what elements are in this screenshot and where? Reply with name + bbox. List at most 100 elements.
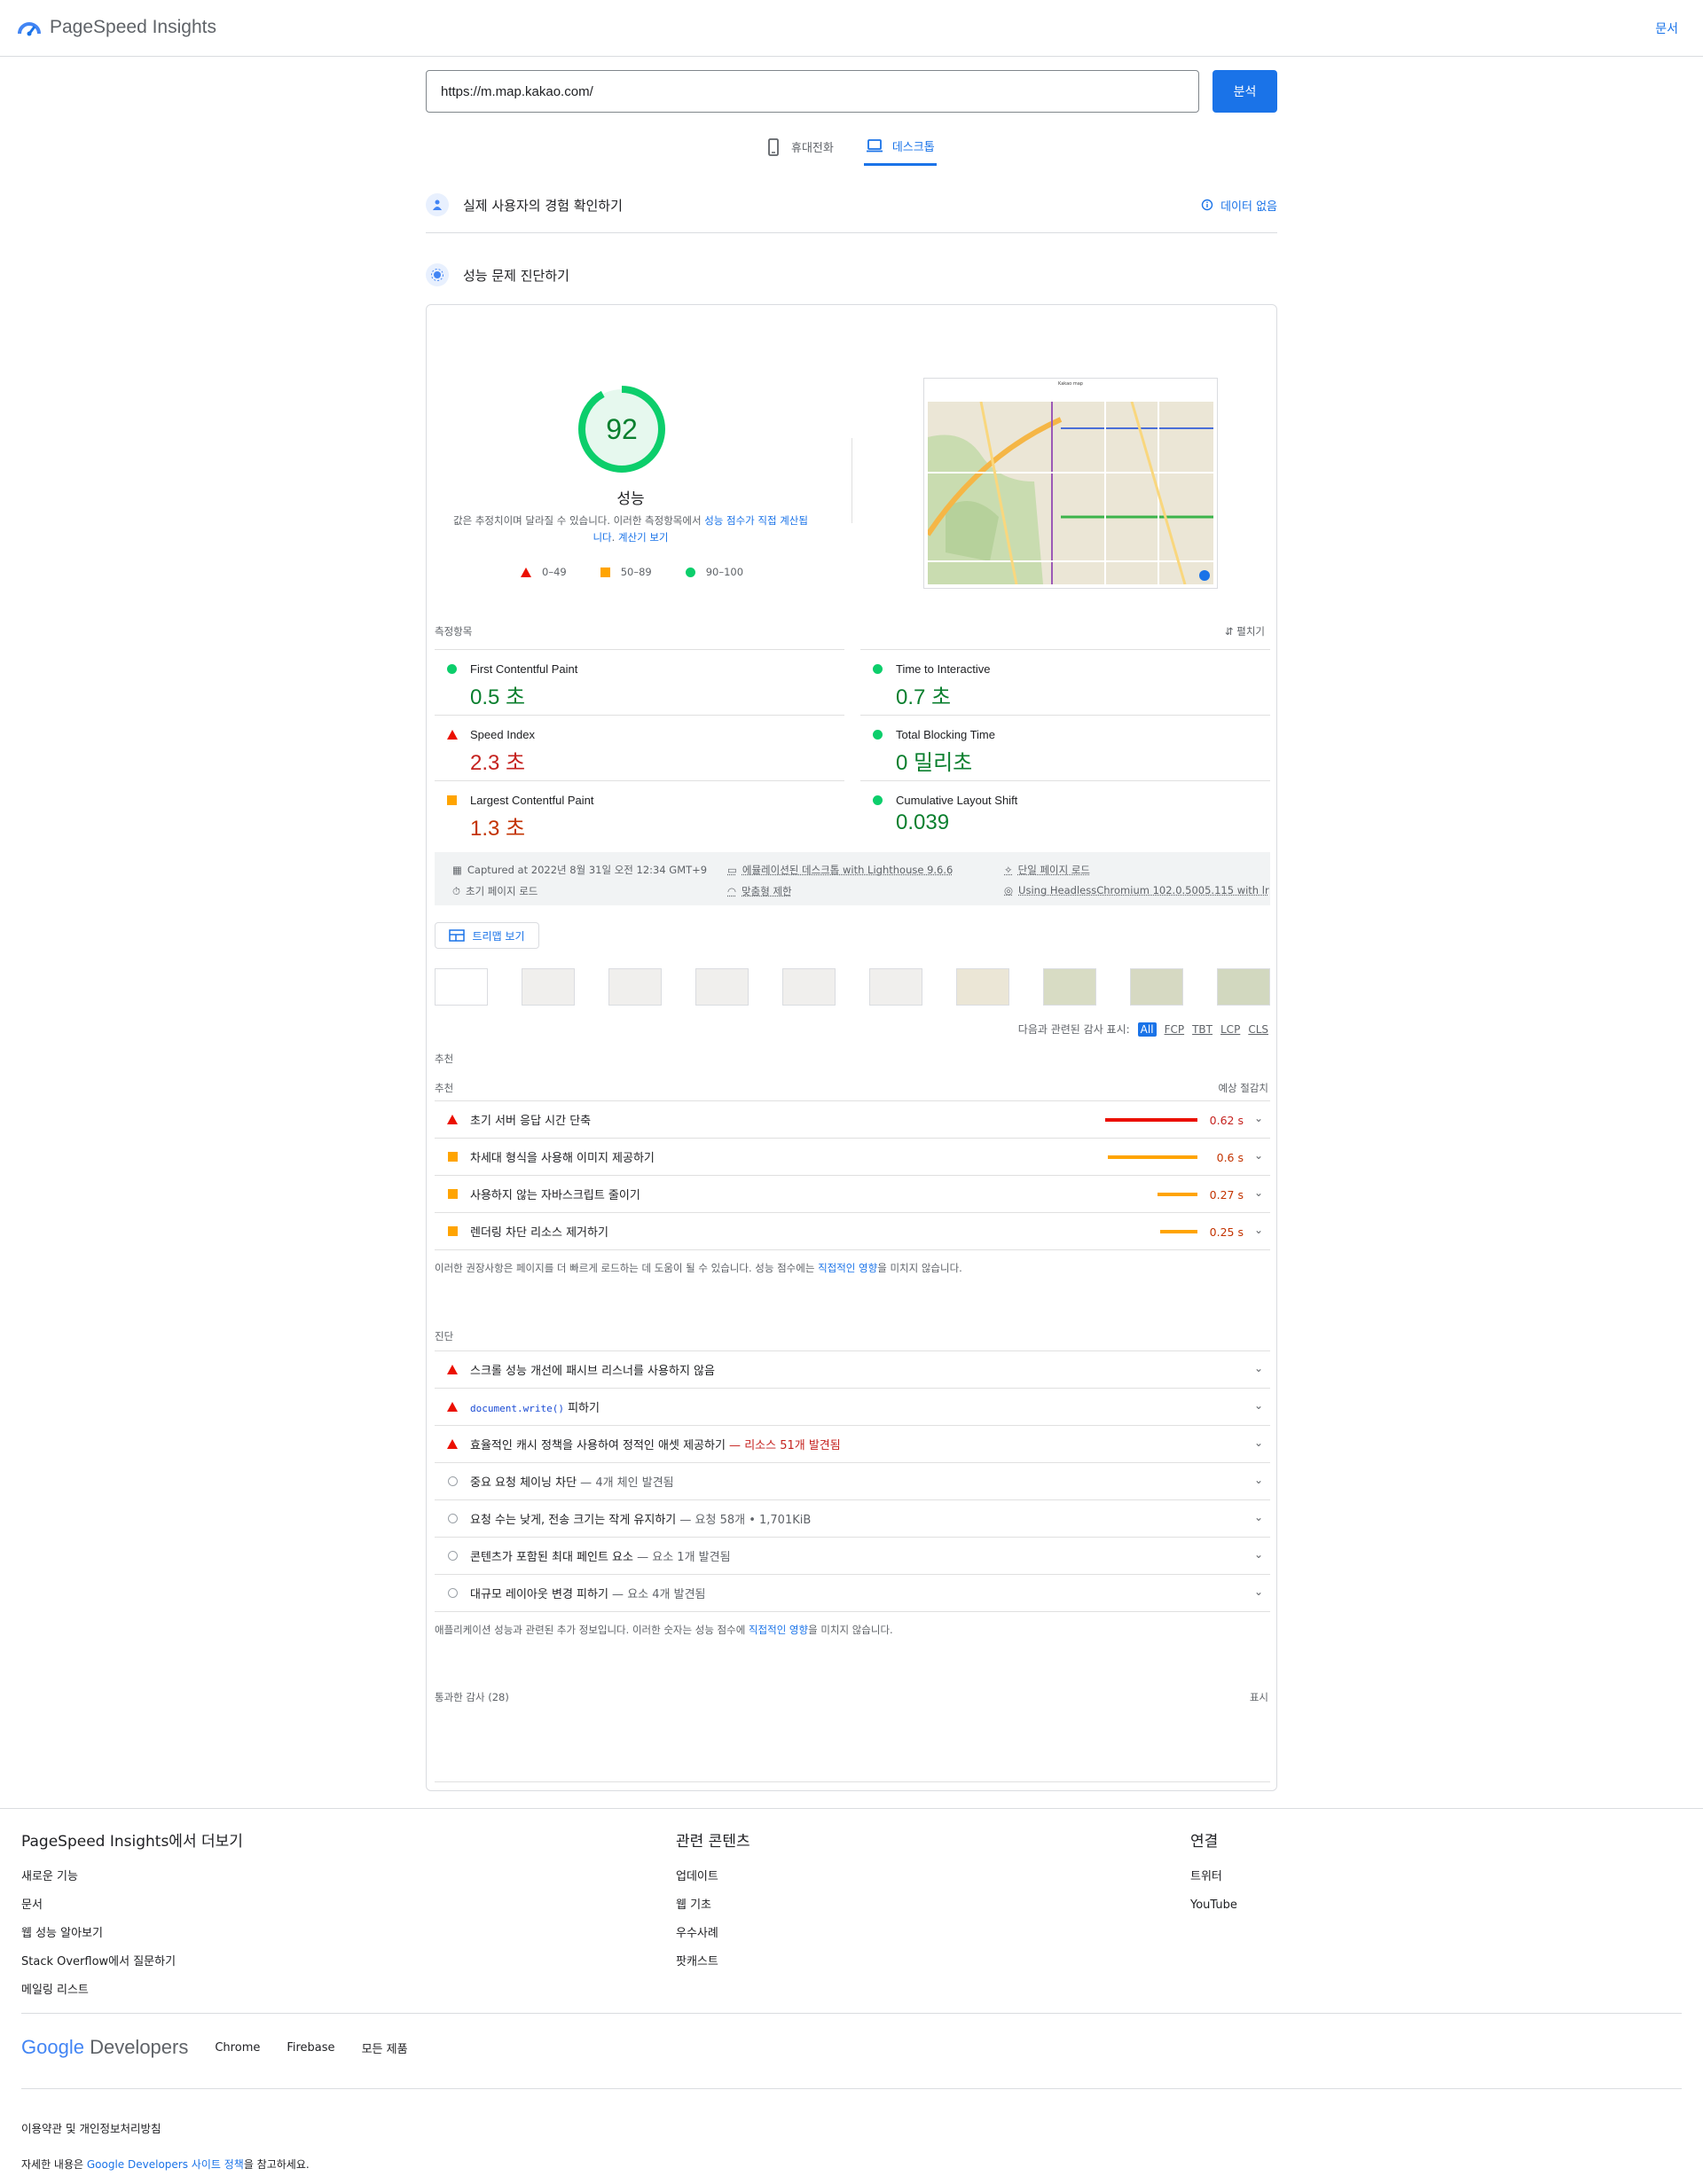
opportunity-title: 차세대 형식을 사용해 이미지 제공하기 xyxy=(470,1152,655,1165)
fail-triangle-icon xyxy=(447,1115,458,1124)
network-throttling[interactable]: ◠ 맞춤형 제한 xyxy=(727,884,792,898)
filmstrip-frame xyxy=(1217,968,1270,1006)
docs-link[interactable]: 문서 xyxy=(1655,20,1678,37)
footer-link[interactable]: 웹 기초 xyxy=(676,1891,750,1920)
lab-data-title: 성능 문제 진단하기 xyxy=(463,267,569,284)
pagespeed-logo-icon xyxy=(18,22,41,36)
tab-mobile[interactable]: 휴대전화 xyxy=(763,131,836,166)
diagnostic-row[interactable]: 대규모 레이아웃 변경 피하기 — 요소 4개 발견됨 ⌄ xyxy=(435,1574,1270,1611)
opportunity-row[interactable]: 차세대 형식을 사용해 이미지 제공하기 0.6 s ⌄ xyxy=(435,1138,1270,1175)
diagnostic-row[interactable]: 중요 요청 체이닝 차단 — 4개 체인 발견됨 ⌄ xyxy=(435,1462,1270,1499)
passed-audits-show[interactable]: 표시 xyxy=(1250,1690,1268,1704)
direct-impact-link[interactable]: 직접적인 영향 xyxy=(818,1262,877,1274)
diagnostic-title-text: 대규모 레이아웃 변경 피하기 xyxy=(470,1588,608,1601)
diagnostic-row[interactable]: 콘텐츠가 포함된 최대 페인트 요소 — 요소 1개 발견됨 ⌄ xyxy=(435,1537,1270,1574)
footer-link[interactable]: 메일링 리스트 xyxy=(21,1977,243,2005)
info-ring-icon xyxy=(447,1588,458,1598)
diagnostic-row[interactable]: document.write() 피하기 ⌄ xyxy=(435,1388,1270,1425)
opportunity-title: 사용하지 않는 자바스크립트 줄이기 xyxy=(470,1189,640,1202)
details-text: 자세한 내용은 xyxy=(21,2158,87,2171)
devices-icon: ▭ xyxy=(727,864,737,876)
opportunity-row[interactable]: 초기 서버 응답 시간 단축 0.62 s ⌄ xyxy=(435,1100,1270,1138)
footer-col-connect: 연결 트위터 YouTube xyxy=(1190,1828,1237,1920)
average-square-icon xyxy=(447,1189,458,1199)
filmstrip-frame xyxy=(435,968,488,1006)
filter-chip-cls[interactable]: CLS xyxy=(1248,1023,1268,1036)
performance-score: 92 xyxy=(606,412,638,445)
site-policy-link[interactable]: Google Developers 사이트 정책 xyxy=(87,2158,244,2171)
score-legend: 0–49 50–89 90–100 xyxy=(521,566,743,578)
performance-note-suffix: . xyxy=(611,531,618,544)
opportunity-row[interactable]: 사용하지 않는 자바스크립트 줄이기 0.27 s ⌄ xyxy=(435,1175,1270,1212)
footer-link[interactable]: 트위터 xyxy=(1190,1863,1237,1891)
fail-triangle-icon xyxy=(447,1365,458,1374)
metric-value: 0.5 초 xyxy=(470,685,526,709)
diagnostic-extra: — 요청 58개 • 1,701KiB xyxy=(676,1514,812,1527)
footer-link[interactable]: 우수사례 xyxy=(676,1920,750,1948)
metric-name: Total Blocking Time xyxy=(896,728,995,741)
footer-divider xyxy=(21,2013,1682,2014)
browser-info[interactable]: ◎ Using HeadlessChromium 102.0.5005.115 w… xyxy=(1004,884,1269,896)
footer-link[interactable]: 새로운 기능 xyxy=(21,1863,243,1891)
logo[interactable]: PageSpeed Insights xyxy=(18,16,216,39)
footer-link[interactable]: 웹 성능 알아보기 xyxy=(21,1920,243,1948)
footer-link[interactable]: 팟캐스트 xyxy=(676,1948,750,1977)
metric-name: Time to Interactive xyxy=(896,662,991,676)
metric-name: First Contentful Paint xyxy=(470,662,578,676)
fail-triangle-icon xyxy=(521,567,531,577)
footer-divider xyxy=(21,2088,1682,2089)
footer-link[interactable]: 문서 xyxy=(21,1891,243,1920)
analyze-button[interactable]: 분석 xyxy=(1213,70,1277,113)
footer-product-link[interactable]: Firebase xyxy=(286,2041,334,2055)
chevron-down-icon: ⌄ xyxy=(1253,1149,1263,1162)
footer-link[interactable]: 업데이트 xyxy=(676,1863,750,1891)
metrics-label: 측정항목 xyxy=(435,625,473,638)
filter-chip-all[interactable]: All xyxy=(1137,1022,1157,1037)
lighthouse-report: 92 성능 값은 추정치이며 달라질 수 있습니다. 이러한 측정항목에서 성능… xyxy=(426,304,1277,1791)
filter-chip-fcp[interactable]: FCP xyxy=(1165,1023,1185,1036)
opportunities-note-suffix: 을 미치지 않습니다. xyxy=(877,1262,962,1274)
performance-note: 값은 추정치이며 달라질 수 있습니다. 이러한 측정항목에서 성능 점수가 직… xyxy=(453,513,808,546)
throttling-text: 맞춤형 제한 xyxy=(742,885,792,897)
filter-chip-tbt[interactable]: TBT xyxy=(1192,1023,1213,1036)
savings-bar xyxy=(1160,1230,1197,1233)
emulated-device[interactable]: ▭ 에뮬레이션된 데스크톱 with Lighthouse 9.6.6 xyxy=(727,863,953,877)
footer-link[interactable]: YouTube xyxy=(1190,1891,1237,1920)
no-data-indicator[interactable]: 데이터 없음 xyxy=(1201,197,1277,214)
treemap-button[interactable]: 트리맵 보기 xyxy=(435,922,539,949)
diagnostics-note-suffix: 을 미치지 않습니다. xyxy=(808,1624,893,1636)
filmstrip-frame xyxy=(956,968,1009,1006)
diagnostic-extra: — 리소스 51개 발견됨 xyxy=(725,1439,841,1452)
diagnostic-title-text: 효율적인 캐시 정책을 사용하여 정적인 애셋 제공하기 xyxy=(470,1439,726,1452)
performance-gauge: 92 xyxy=(577,385,666,474)
direct-impact-link[interactable]: 직접적인 영향 xyxy=(749,1624,808,1636)
tab-desktop[interactable]: 데스크톱 xyxy=(863,131,937,166)
diagnostic-extra-text: 4개 체인 발견됨 xyxy=(595,1476,674,1490)
opportunities-col-left: 추천 xyxy=(435,1082,454,1094)
diagnostic-row[interactable]: 스크롤 성능 개선에 패시브 리스너를 사용하지 않음 ⌄ xyxy=(435,1350,1270,1388)
single-page-load[interactable]: ✧ 단일 페이지 로드 xyxy=(1004,863,1090,877)
expand-metrics-toggle[interactable]: ⇵ 펼치기 xyxy=(1225,624,1265,638)
diagnostic-row[interactable]: 효율적인 캐시 정책을 사용하여 정적인 애셋 제공하기 — 리소스 51개 발… xyxy=(435,1425,1270,1462)
terms-link[interactable]: 이용약관 및 개인정보처리방침 xyxy=(21,2119,161,2136)
diagnostic-row[interactable]: 요청 수는 낮게, 전송 크기는 작게 유지하기 — 요청 58개 • 1,70… xyxy=(435,1499,1270,1537)
metric-value: 1.3 초 xyxy=(470,817,526,841)
metric-tbt: Total Blocking Time 0 밀리초 xyxy=(860,715,1270,780)
google-developers-logo[interactable]: Google Developers xyxy=(21,2036,188,2059)
filter-chip-lcp[interactable]: LCP xyxy=(1220,1023,1240,1036)
calendar-icon: ▦ xyxy=(452,864,462,876)
opportunity-row[interactable]: 렌더링 차단 리소스 제거하기 0.25 s ⌄ xyxy=(435,1212,1270,1249)
footer-product-link[interactable]: 모든 제품 xyxy=(362,2039,408,2056)
chevron-down-icon: ⌄ xyxy=(1253,1362,1263,1374)
diagnostic-title: 콘텐츠가 포함된 최대 페인트 요소 — 요소 1개 발견됨 xyxy=(470,1547,731,1564)
diagnostic-title: 스크롤 성능 개선에 패시브 리스너를 사용하지 않음 xyxy=(470,1365,715,1378)
final-screenshot[interactable]: Kakao map xyxy=(923,378,1218,589)
footer-link[interactable]: Stack Overflow에서 질문하기 xyxy=(21,1948,243,1977)
legend-fail-label: 0–49 xyxy=(542,566,567,578)
url-input[interactable] xyxy=(426,70,1199,113)
calculator-link[interactable]: 계산기 보기 xyxy=(618,531,669,544)
savings-bar xyxy=(1108,1155,1197,1159)
footer-product-link[interactable]: Chrome xyxy=(215,2041,260,2055)
pass-circle-icon xyxy=(873,730,883,740)
diagnostic-extra: — 4개 체인 발견됨 xyxy=(577,1476,674,1490)
